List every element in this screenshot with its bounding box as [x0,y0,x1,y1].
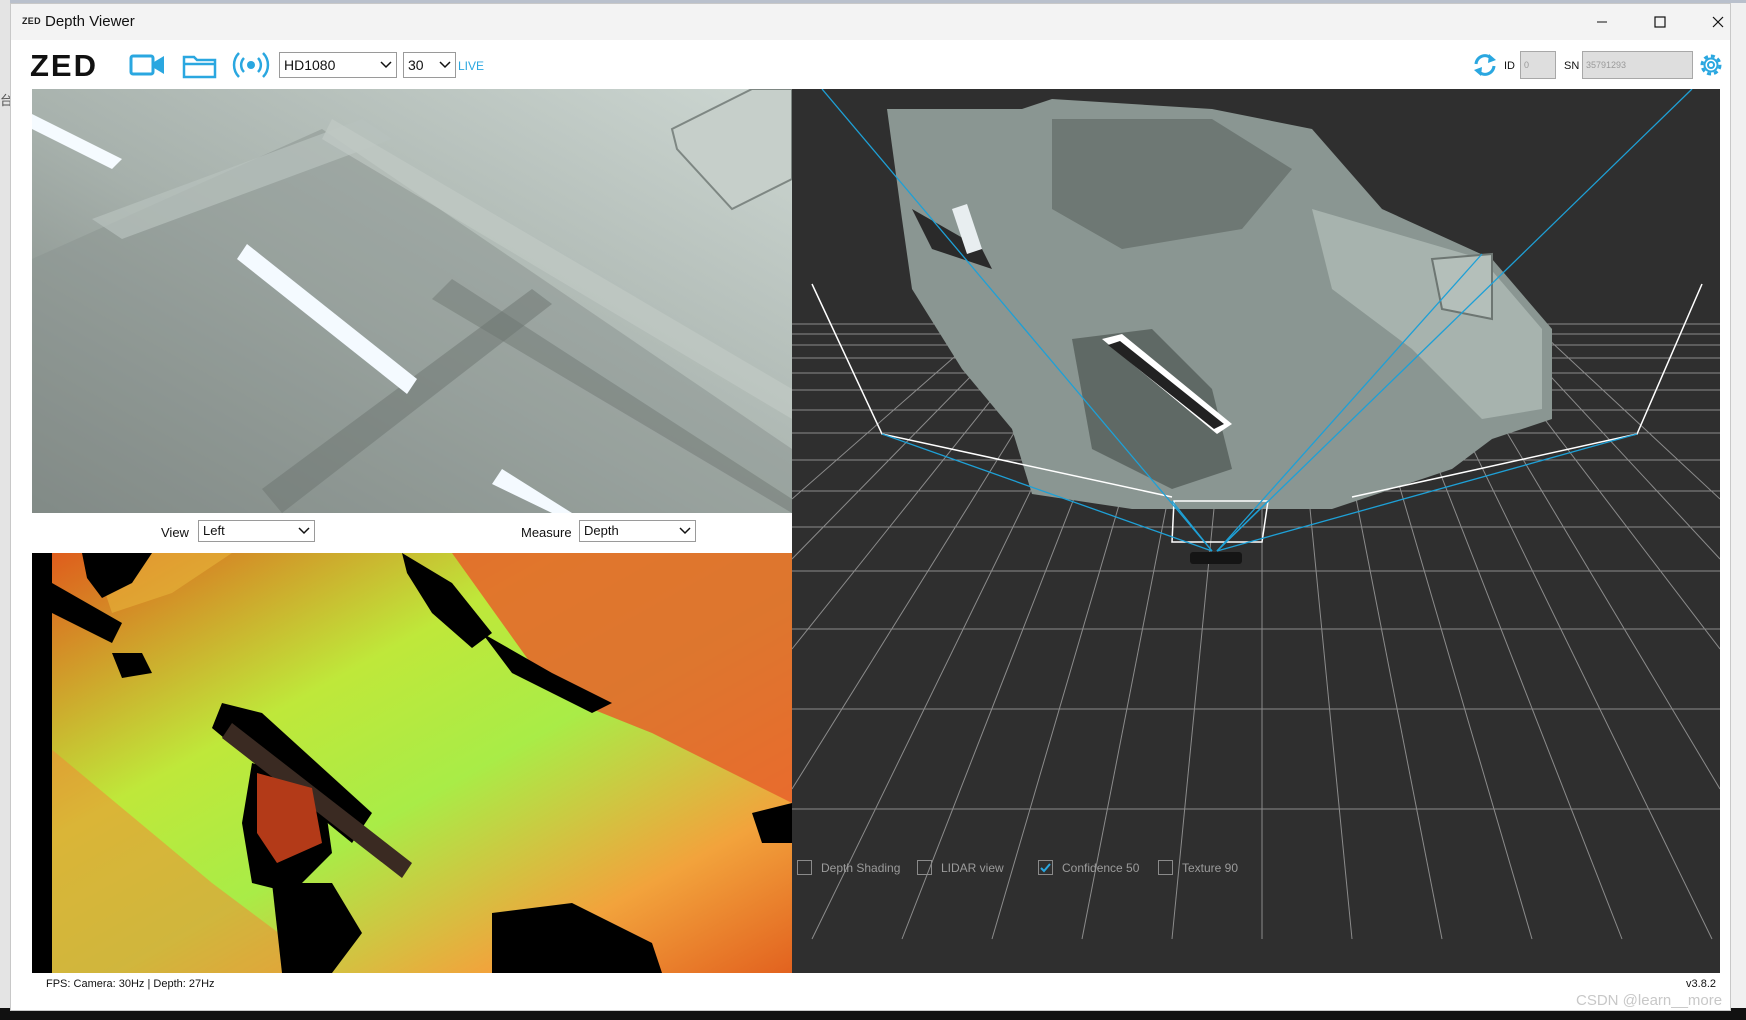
view-select[interactable]: Left [198,520,315,542]
fps-status: FPS: Camera: 30Hz | Depth: 27Hz [46,978,215,990]
chevron-down-icon [298,521,310,541]
point-cloud-canvas [792,89,1720,940]
depth-shading-label: Depth Shading [821,860,901,875]
lidar-view-checkbox[interactable]: LIDAR view [917,860,1004,875]
minimize-button[interactable] [1573,4,1631,40]
point-cloud-view[interactable] [792,89,1720,973]
texture-checkbox[interactable]: Texture 90 [1158,860,1238,875]
checkbox-box [797,860,812,875]
toolbar: ZED HD1080 30 LIVE ID 0 SN 35791293 [11,42,1730,88]
refresh-icon [1474,54,1496,76]
confidence-label: Confidence 50 [1062,860,1140,875]
id-input[interactable]: 0 [1520,51,1556,79]
app-icon: ZED [22,16,41,26]
watermark: CSDN @learn__more [1576,992,1723,1009]
camera-image [32,89,792,513]
sn-value: 35791293 [1586,60,1627,70]
depth-shading-checkbox[interactable]: Depth Shading [797,860,900,875]
stream-icon [232,52,270,78]
view-label: View [161,525,189,540]
minimize-icon [1597,21,1607,23]
left-camera-view[interactable] [32,89,792,513]
video-camera-button[interactable] [129,50,167,80]
fps-select[interactable]: 30 [403,52,456,78]
folder-icon [182,55,217,79]
refresh-button[interactable] [1470,51,1500,79]
chevron-down-icon [380,53,392,77]
fps-value: 30 [408,57,424,73]
checkbox-box [1158,860,1173,875]
resolution-select[interactable]: HD1080 [279,52,397,78]
chevron-down-icon [679,521,691,541]
confidence-checkbox[interactable]: Confidence 50 [1038,860,1139,875]
checkbox-box [1038,860,1053,875]
resolution-value: HD1080 [284,57,336,73]
measure-value: Depth [584,523,619,538]
texture-label: Texture 90 [1182,860,1239,875]
desktop-left-edge: 台 [0,0,13,1020]
measure-select[interactable]: Depth [579,520,696,542]
live-indicator: LIVE [458,59,485,73]
lidar-view-label: LIDAR view [941,860,1004,875]
window-title: Depth Viewer [45,13,135,30]
maximize-icon [1654,16,1666,28]
version-label: v3.8.2 [1686,978,1716,990]
depth-map-view[interactable] [32,553,792,973]
point-cloud-scan [887,99,1552,509]
sn-label: SN [1564,60,1580,72]
chevron-down-icon [439,53,451,77]
video-camera-icon [129,54,164,76]
checkbox-box [917,860,932,875]
checkmark-icon [1040,863,1051,873]
maximize-button[interactable] [1631,4,1689,40]
settings-button[interactable] [1696,50,1726,80]
open-file-button[interactable] [181,50,219,80]
stream-button[interactable] [231,48,271,82]
camera-model [1190,552,1242,564]
serial-number-input[interactable]: 35791293 [1582,51,1693,79]
measure-label: Measure [521,525,572,540]
settings-gear-icon [1700,54,1722,76]
title-bar: ZED Depth Viewer [11,4,1730,40]
close-button[interactable] [1689,4,1746,40]
id-value: 0 [1524,60,1530,70]
id-label: ID [1504,60,1515,72]
depth-map-image [32,553,792,973]
depth-viewer-window: ZED Depth Viewer ZED HD1080 30 LIVE ID 0… [10,3,1731,1011]
close-icon [1712,16,1724,28]
zed-logo: ZED [30,48,98,83]
view-value: Left [203,523,225,538]
view-controls: View Left Measure Depth [32,513,792,553]
